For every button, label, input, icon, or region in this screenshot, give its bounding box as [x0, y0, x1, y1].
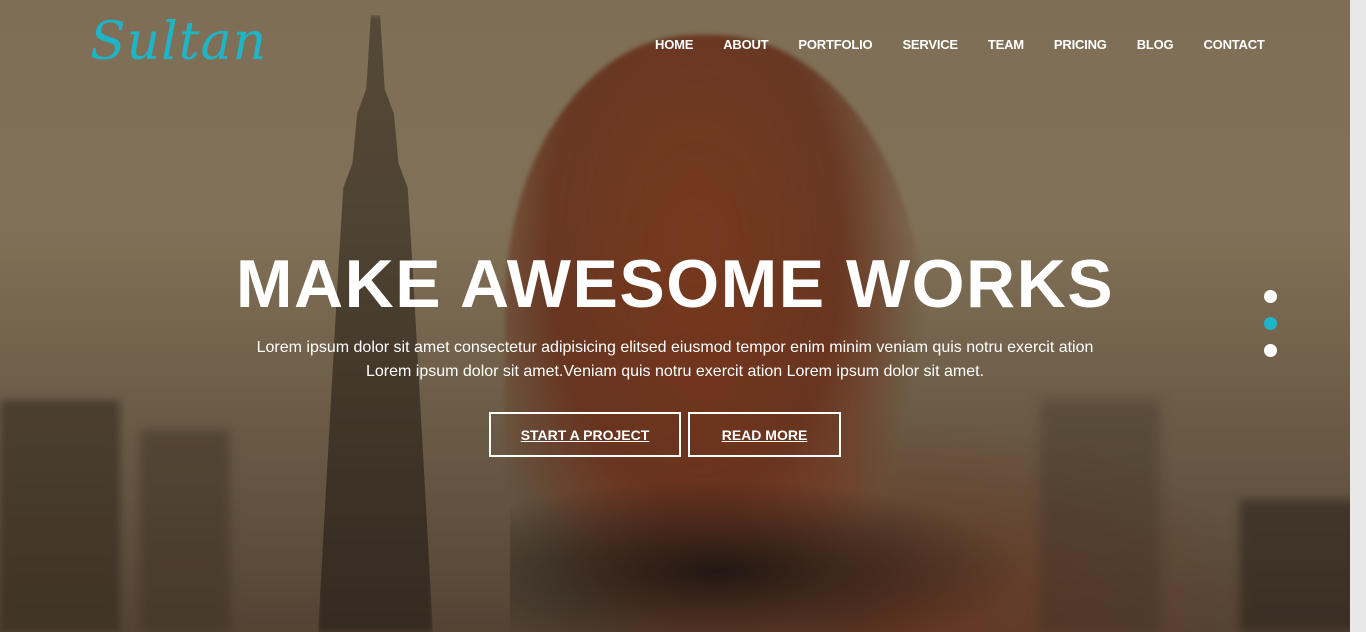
nav-item-team[interactable]: TEAM: [988, 37, 1024, 52]
hero-subtext-line: Lorem ipsum dolor sit amet consectetur a…: [256, 339, 1094, 356]
nav-item-about[interactable]: ABOUT: [723, 37, 768, 52]
slider-dot[interactable]: [1264, 290, 1277, 303]
hero-headline: MAKE AWESOME WORKS: [235, 246, 1115, 322]
hero-subtext-line: Lorem ipsum dolor sit amet.Veniam quis n…: [365, 363, 985, 380]
nav-item-home[interactable]: HOME: [655, 37, 693, 52]
main-nav: HOME ABOUT PORTFOLIO SERVICE TEAM PRICIN…: [655, 37, 1295, 52]
nav-item-contact[interactable]: CONTACT: [1203, 37, 1264, 52]
nav-item-pricing[interactable]: PRICING: [1054, 37, 1107, 52]
site-logo[interactable]: Sultan: [90, 12, 267, 72]
slider-dot[interactable]: [1264, 344, 1277, 357]
hero-subtext: Lorem ipsum dolor sit amet consectetur a…: [0, 336, 1350, 384]
hero-buttons: START A PROJECT READ MORE: [489, 412, 841, 457]
nav-item-portfolio[interactable]: PORTFOLIO: [798, 37, 872, 52]
read-more-button[interactable]: READ MORE: [688, 412, 841, 457]
start-project-button[interactable]: START A PROJECT: [489, 412, 681, 457]
hero-section: Sultan HOME ABOUT PORTFOLIO SERVICE TEAM…: [0, 0, 1366, 632]
slider-dot-active[interactable]: [1264, 317, 1277, 330]
scrollbar[interactable]: [1350, 0, 1366, 632]
nav-item-blog[interactable]: BLOG: [1137, 37, 1174, 52]
slider-pagination: [1264, 290, 1277, 371]
nav-item-service[interactable]: SERVICE: [902, 37, 958, 52]
